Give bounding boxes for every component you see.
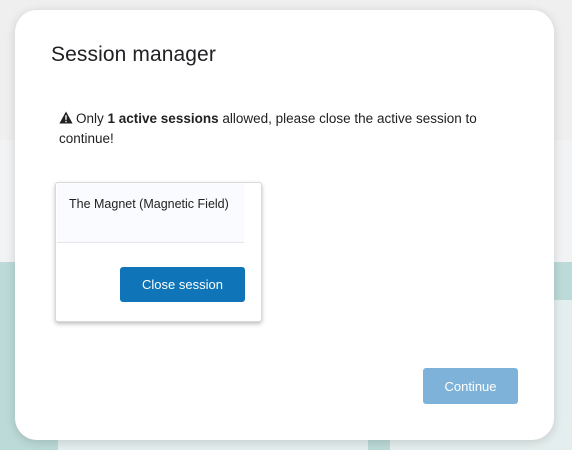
close-session-button[interactable]: Close session [120, 267, 245, 302]
session-name: The Magnet (Magnetic Field) [69, 197, 229, 211]
notice-highlight: 1 active sessions [107, 111, 219, 126]
active-session-card: The Magnet (Magnetic Field) Close sessio… [55, 182, 262, 322]
session-limit-notice: Only 1 active sessions allowed, please c… [59, 109, 499, 149]
warning-triangle-icon [59, 111, 73, 124]
continue-button[interactable]: Continue [423, 368, 518, 404]
notice-prefix: Only [76, 111, 108, 126]
dialog-title: Session manager [51, 43, 216, 66]
session-card-header: The Magnet (Magnetic Field) [57, 183, 244, 243]
session-manager-dialog: Session manager Only 1 active sessions a… [15, 10, 554, 440]
